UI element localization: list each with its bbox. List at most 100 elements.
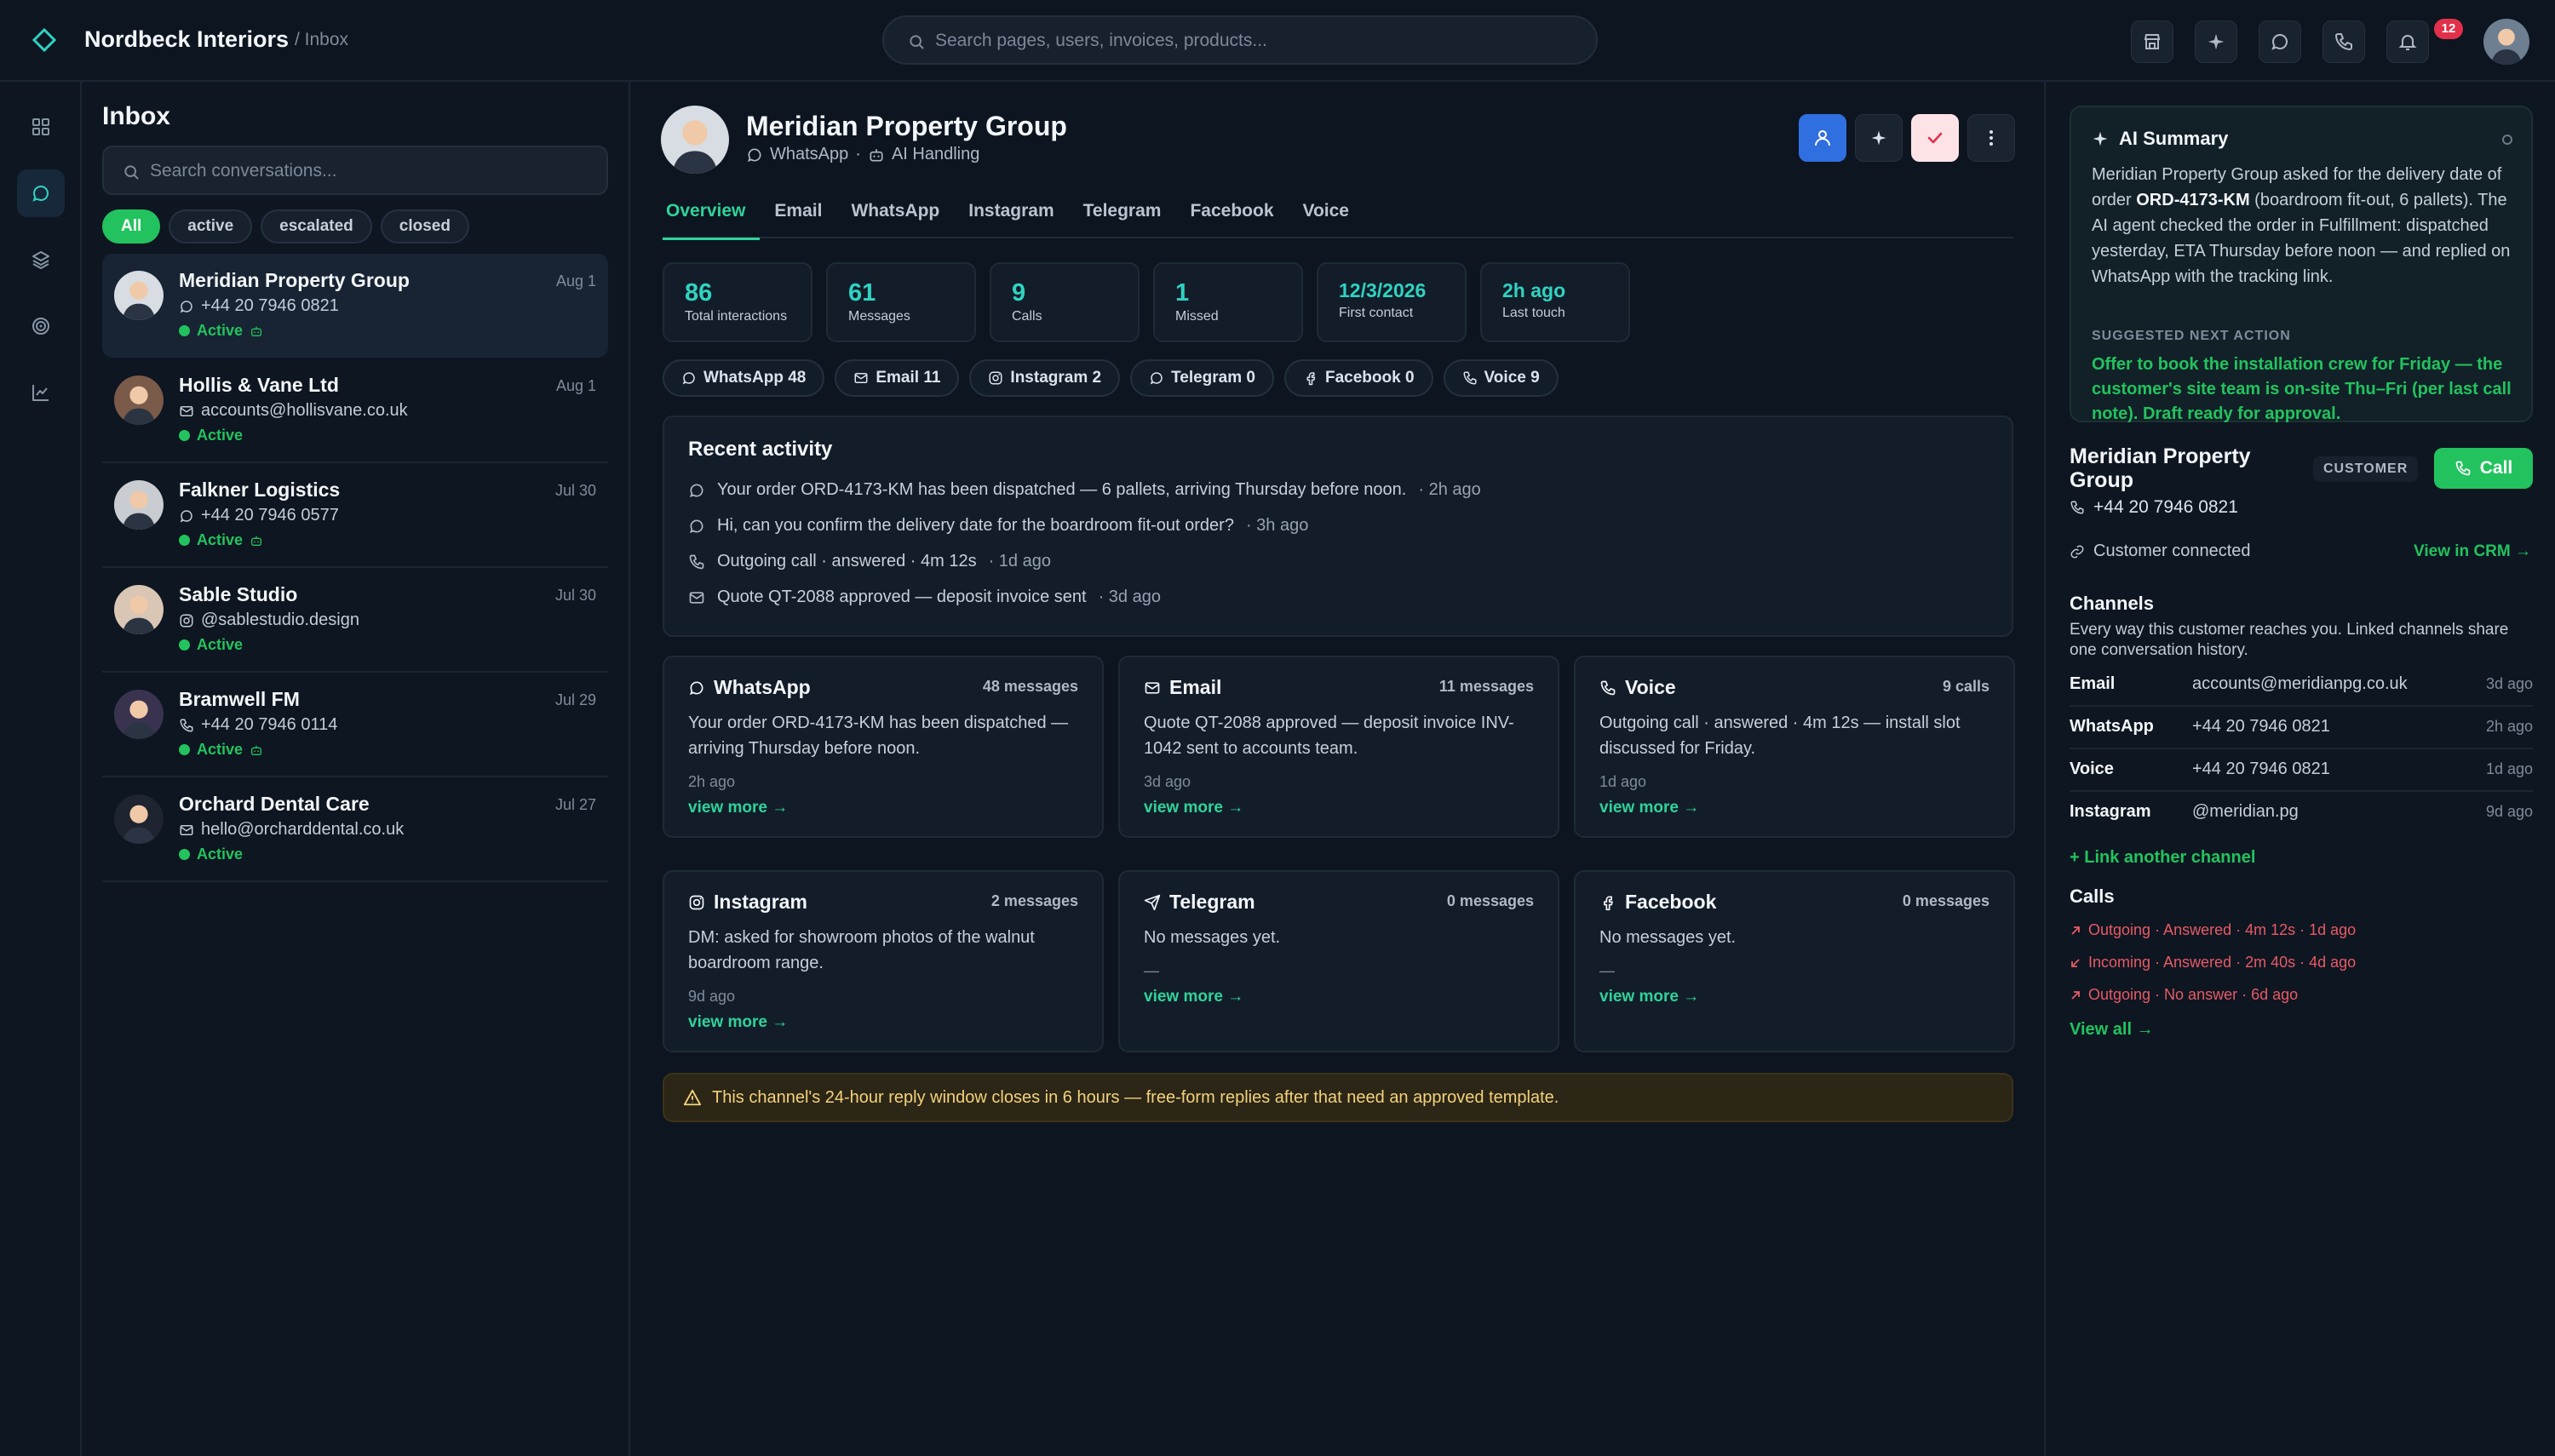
search-icon <box>908 33 925 50</box>
conversation-item[interactable]: Bramwell FM +44 20 7946 0114 Active Jul 29 <box>102 673 608 777</box>
conversation-contact: +44 20 7946 0577 <box>179 506 339 525</box>
link-channel-button[interactable]: + Link another channel <box>2070 848 2255 868</box>
conversation-item[interactable]: Meridian Property Group +44 20 7946 0821 A… <box>102 254 608 358</box>
bot-icon <box>250 324 263 338</box>
call-row[interactable]: Outgoing · No answer · 6d ago <box>2070 986 2298 1004</box>
chat-icon <box>688 679 705 696</box>
conversation-item[interactable]: Hollis & Vane Ltd accounts@hollisvane.co.… <box>102 358 608 463</box>
assign-user-button[interactable] <box>1799 114 1846 162</box>
tab-telegram[interactable]: Telegram <box>1069 201 1176 238</box>
chat-icon <box>2270 32 2290 52</box>
conversation-search-input[interactable] <box>150 158 593 185</box>
ai-button[interactable] <box>2195 20 2237 63</box>
conversation-search[interactable] <box>102 146 608 195</box>
channel-pill[interactable]: Voice 9 <box>1443 359 1559 397</box>
conversation-item[interactable]: Orchard Dental Care hello@orcharddental.c… <box>102 777 608 882</box>
channel-row[interactable]: WhatsApp +44 20 7946 0821 2h ago <box>2070 707 2533 749</box>
bot-icon <box>868 146 885 163</box>
view-more-link[interactable]: view more → <box>688 799 788 817</box>
channel-row[interactable]: Email accounts@meridianpg.co.uk 3d ago <box>2070 664 2533 707</box>
filter-closed[interactable]: closed <box>380 209 469 244</box>
activity-item[interactable]: Your order ORD-4173-KM has been dispatch… <box>688 480 1481 500</box>
filter-all[interactable]: All <box>102 209 161 244</box>
chat-icon <box>179 508 194 524</box>
channel-pill[interactable]: Email 11 <box>835 359 960 397</box>
view-more-link[interactable]: view more → <box>1599 988 1699 1006</box>
refresh-icon[interactable] <box>2502 135 2512 145</box>
tab-overview[interactable]: Overview <box>663 201 761 240</box>
phone-icon <box>1462 370 1478 386</box>
avatar <box>114 480 164 530</box>
nav-layers[interactable] <box>17 236 65 284</box>
channel-pill-label: WhatsApp 48 <box>703 369 807 387</box>
call-text: Incoming · Answered · 2m 40s · 4d ago <box>2088 954 2357 971</box>
connected-text: Customer connected <box>2093 542 2251 560</box>
call-row[interactable]: Incoming · Answered · 2m 40s · 4d ago <box>2070 954 2356 972</box>
sparkle-icon <box>2207 32 2225 51</box>
tab-email[interactable]: Email <box>760 201 836 238</box>
grid-icon <box>32 118 49 135</box>
view-all-calls-link[interactable]: View all → <box>2070 1020 2154 1040</box>
call-label: Call <box>2479 458 2513 478</box>
phone-button[interactable] <box>2322 20 2365 63</box>
avatar[interactable] <box>2483 19 2529 65</box>
card-time: — <box>1144 962 1159 979</box>
nav-analytics[interactable] <box>17 369 65 416</box>
view-more-link[interactable]: view more → <box>688 1013 788 1032</box>
nav-target[interactable] <box>17 302 65 350</box>
channel-pill[interactable]: Telegram 0 <box>1130 359 1274 397</box>
view-more-link[interactable]: view more → <box>1144 988 1243 1006</box>
card-time: 9d ago <box>688 988 736 1005</box>
status-badge: Active <box>179 846 243 863</box>
ai-assist-button[interactable] <box>1855 114 1903 162</box>
activity-item[interactable]: Quote QT-2088 approved — deposit invoice… <box>688 588 1161 607</box>
channel-pill[interactable]: WhatsApp 48 <box>663 359 825 397</box>
stat-card: 12/3/2026 First contact <box>1317 262 1467 342</box>
tab-whatsapp[interactable]: WhatsApp <box>836 201 954 238</box>
channel-card-instagram: Instagram 2 messages DM: asked for showroo… <box>663 870 1104 1052</box>
more-button[interactable] <box>1967 114 2015 162</box>
view-in-crm-link[interactable]: View in CRM → <box>2414 542 2531 561</box>
activity-item[interactable]: Hi, can you confirm the delivery date fo… <box>688 516 1308 536</box>
filter-escalated[interactable]: escalated <box>261 209 372 244</box>
activity-time: · 3h ago <box>1245 516 1309 535</box>
resolve-button[interactable] <box>1911 114 1959 162</box>
filter-active[interactable]: active <box>169 209 253 244</box>
card-title: Voice <box>1599 676 1676 699</box>
search-icon <box>123 163 140 181</box>
nav-dashboard[interactable] <box>17 103 65 151</box>
arrow-down-left-icon <box>2071 958 2080 967</box>
brand-name[interactable]: Nordbeck Interiors <box>84 26 289 53</box>
next-action-text[interactable]: Offer to book the installation crew for … <box>2092 353 2526 427</box>
chat-icon <box>681 370 697 386</box>
tab-voice[interactable]: Voice <box>1289 201 1364 238</box>
channel-pill[interactable]: Facebook 0 <box>1284 359 1433 397</box>
call-button[interactable]: Call <box>2434 448 2533 489</box>
nav-inbox[interactable] <box>17 169 65 217</box>
call-row[interactable]: Outgoing · Answered · 4m 12s · 1d ago <box>2070 921 2356 939</box>
channel-pill-label: Email 11 <box>876 369 941 387</box>
tab-instagram[interactable]: Instagram <box>954 201 1068 238</box>
global-search[interactable] <box>882 15 1598 65</box>
view-more-link[interactable]: view more → <box>1144 799 1243 817</box>
conversation-item[interactable]: Falkner Logistics +44 20 7946 0577 Active J… <box>102 463 608 568</box>
channel-row[interactable]: Voice +44 20 7946 0821 1d ago <box>2070 749 2533 792</box>
channel-pill[interactable]: Instagram 2 <box>969 359 1121 397</box>
status-badge: Active <box>179 531 263 549</box>
channel-card-email: Email 11 messages Quote QT-2088 approved —… <box>1118 656 1559 838</box>
conversation-item[interactable]: Sable Studio @sablestudio.design Active Jul… <box>102 568 608 673</box>
tab-facebook[interactable]: Facebook <box>1175 201 1288 238</box>
conversation-date: Jul 29 <box>554 691 596 708</box>
activity-item[interactable]: Outgoing call · answered · 4m 12s · 1d ag… <box>688 552 1051 571</box>
conversation-date: Jul 30 <box>554 587 596 604</box>
global-search-input[interactable] <box>935 27 1565 54</box>
status-dot <box>179 325 190 336</box>
view-more-link[interactable]: view more → <box>1599 799 1699 817</box>
logo-icon[interactable] <box>32 28 56 52</box>
store-button[interactable] <box>2131 20 2173 63</box>
channel-row[interactable]: Instagram @meridian.pg 9d ago <box>2070 792 2533 834</box>
notifications-button[interactable] <box>2386 20 2429 63</box>
stat-label: Messages <box>848 309 910 324</box>
messages-button[interactable] <box>2259 20 2301 63</box>
contact-meta: WhatsApp · AI Handling <box>746 145 979 164</box>
